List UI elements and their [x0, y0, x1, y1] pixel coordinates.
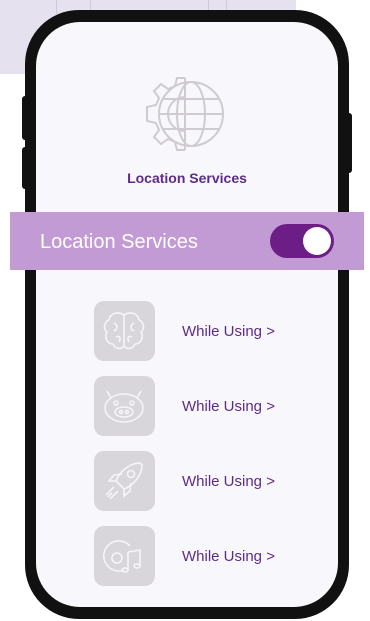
robot-face-icon: [104, 390, 144, 423]
app-status-link[interactable]: While Using >: [182, 473, 275, 490]
music-disc-icon: [103, 540, 141, 573]
app-permission-row-2[interactable]: While Using >: [94, 376, 294, 436]
app-tile[interactable]: [94, 526, 155, 586]
app-tile[interactable]: [94, 451, 155, 511]
switch-knob: [303, 227, 331, 255]
app-tile[interactable]: [94, 301, 155, 361]
app-tile[interactable]: [94, 376, 155, 436]
app-status-link[interactable]: While Using >: [182, 398, 275, 415]
app-permission-row-1[interactable]: While Using >: [94, 301, 294, 361]
page-title: Location Services: [127, 170, 247, 186]
app-permission-row-4[interactable]: While Using >: [94, 526, 294, 586]
brain-icon: [103, 312, 145, 350]
location-services-toggle-row: Location Services: [10, 212, 364, 270]
app-permission-row-3[interactable]: While Using >: [94, 451, 294, 511]
rocket-icon: [105, 462, 143, 500]
app-status-link[interactable]: While Using >: [182, 323, 275, 340]
app-status-link[interactable]: While Using >: [182, 548, 275, 565]
background-divider: [56, 0, 57, 14]
location-services-switch[interactable]: [270, 224, 334, 258]
toggle-label: Location Services: [40, 231, 198, 253]
gear-globe-icon: [141, 72, 231, 156]
